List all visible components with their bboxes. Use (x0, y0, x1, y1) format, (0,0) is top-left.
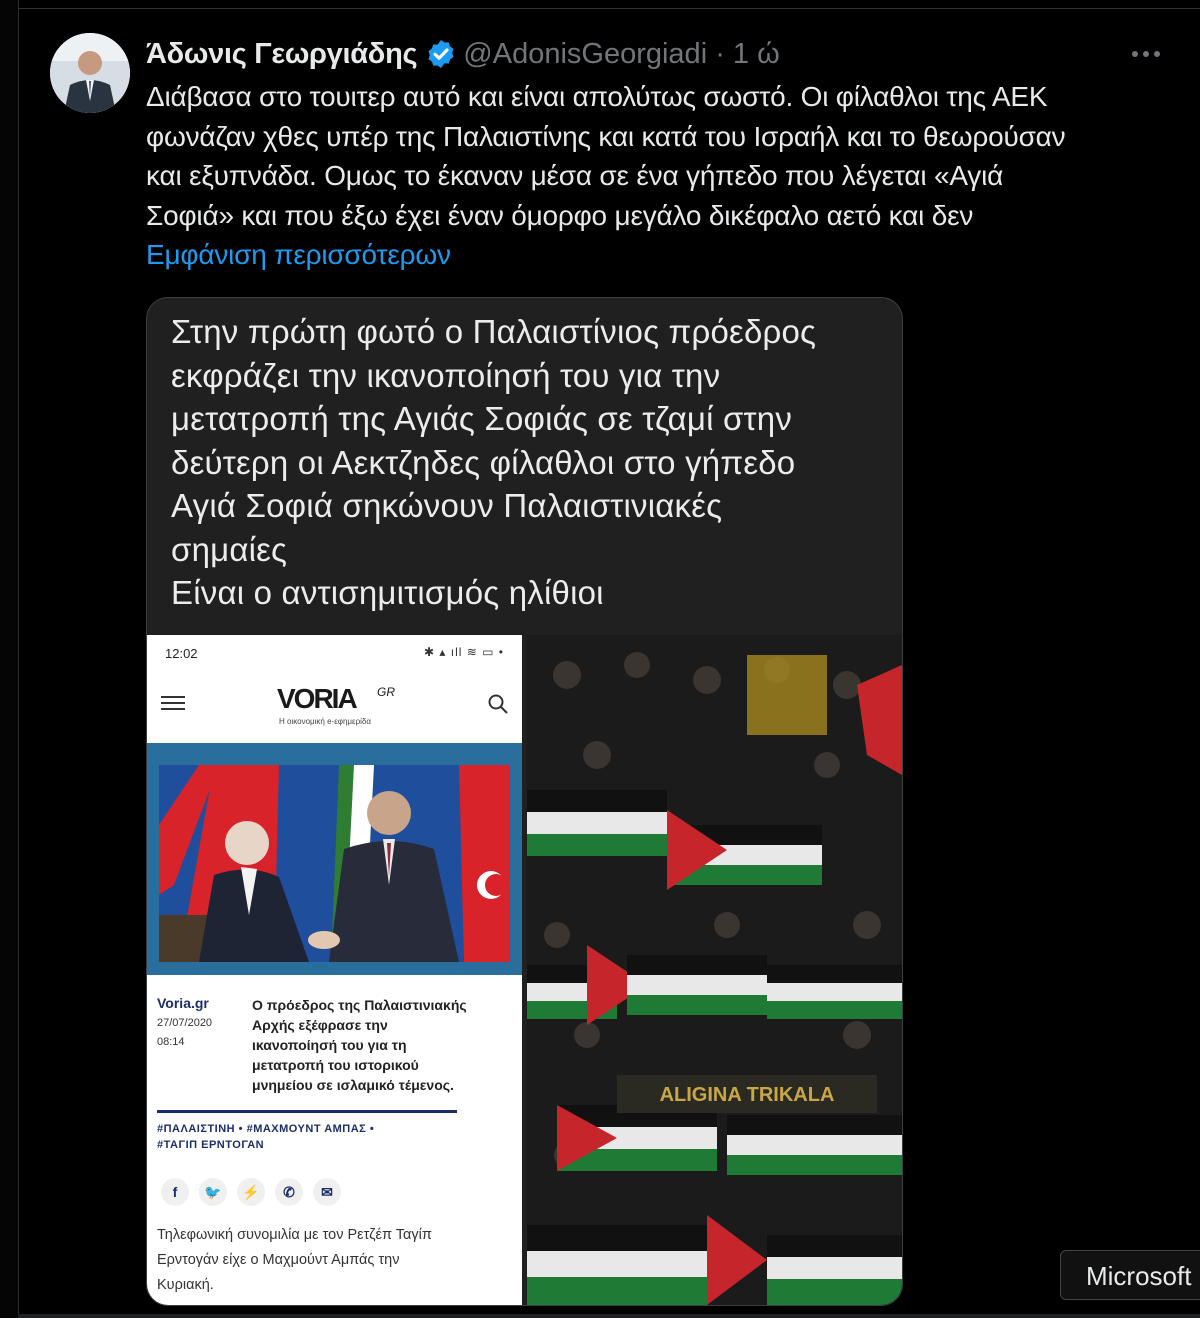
tweet-text: Διάβασα στο τουιτερ αυτό και είναι απολύ… (146, 77, 1176, 275)
news-screenshot: 12:02 ✱ ▴ ıll ≋ ▭ • VORIA GR Η οικονομικ… (147, 635, 522, 1305)
show-more-link[interactable]: Εμφάνιση περισσότερων (146, 235, 1176, 275)
headline-line: Αρχής εξέφρασε την (252, 1017, 388, 1033)
status-icons: ✱ ▴ ıll ≋ ▭ • (423, 645, 504, 659)
tweet-text-line: Σοφιά» και που έξω έχει έναν όμορφο μεγά… (146, 199, 974, 231)
card-caption-line: δεύτερη οι Αεκτζηδες φίλαθλοι στο γήπεδο (171, 443, 796, 481)
tweet-header: Άδωνις Γεωργιάδης @AdonisGeorgiadi · 1 ώ (146, 34, 780, 74)
body-line: Ερντογάν είχε ο Μαχμούντ Αμπάς την (157, 1252, 400, 1268)
verified-badge-icon (428, 40, 454, 68)
tweet-text-line: Διάβασα στο τουιτερ αυτό και είναι απολύ… (146, 81, 1048, 112)
crowd-banner-text: ALIGINA TRIKALA (660, 1084, 835, 1106)
tags-line: #ΤΑΓΙΠ ΕΡΝΤΟΓΑΝ (157, 1139, 265, 1151)
headline-line: ικανοποίησή του για τη (252, 1037, 407, 1053)
body-line: Κυριακή. (157, 1277, 214, 1293)
site-logo: VORIA (277, 683, 358, 714)
avatar[interactable] (50, 33, 130, 113)
site-logo-tagline: Η οικονομική e-εφημερίδα (279, 717, 371, 726)
menu-icon (161, 692, 185, 712)
tweet-media-card[interactable]: Στην πρώτη φωτό ο Παλαιστίνιος πρόεδρος … (146, 297, 903, 1306)
news-photo (159, 765, 510, 962)
divider (18, 8, 1200, 9)
article-source: Voria.gr (157, 995, 209, 1011)
card-caption-line: σημαίες (171, 530, 288, 568)
headline-line: μνημείου σε ισλαμικό τέμενος. (252, 1077, 454, 1093)
article-time: 08:14 (157, 1036, 185, 1048)
article-tags: #ΠΑΛΑΙΣΤΙΝΗ • #ΜΑΧΜΟΥΝΤ ΑΜΠΑΣ • #ΤΑΓΙΠ Ε… (157, 1121, 374, 1153)
headline-line: Ο πρόεδρος της Παλαιστινιακής (252, 997, 467, 1013)
whatsapp-icon: ✆ (275, 1178, 303, 1206)
body-line: Τηλεφωνική συνομιλία με τον Ρετζέπ Ταγίπ (157, 1227, 432, 1243)
status-time: 12:02 (165, 646, 198, 661)
messenger-icon: ⚡ (237, 1178, 265, 1206)
tags-line: #ΠΑΛΑΙΣΤΙΝΗ • #ΜΑΧΜΟΥΝΤ ΑΜΠΑΣ • (157, 1123, 375, 1135)
headline-line: μετατροπή του ιστορικού (252, 1057, 419, 1073)
article-body: Τηλεφωνική συνομιλία με τον Ρετζέπ Ταγίπ… (157, 1223, 512, 1298)
more-options-icon[interactable] (1130, 40, 1166, 64)
author-name[interactable]: Άδωνις Γεωργιάδης (146, 38, 418, 71)
search-icon (488, 694, 508, 714)
microsoft-overlay-button[interactable]: Microsoft (1060, 1250, 1200, 1300)
site-logo-suffix: GR (377, 685, 395, 699)
article-headline: Ο πρόεδρος της Παλαιστινιακής Αρχής εξέφ… (252, 995, 512, 1095)
share-bar: f 🐦 ⚡ ✆ ✉ (161, 1178, 341, 1206)
card-caption-line: εκφράζει την ικανοποίησή του για την (171, 356, 721, 394)
divider (157, 1110, 457, 1113)
facebook-icon: f (161, 1178, 189, 1206)
card-caption-line: Είναι ο αντισημιτισμός ηλίθιοι (171, 574, 604, 611)
tweet-text-line: και εξυπνάδα. Ομως το έκαναν μέσα σε ένα… (146, 160, 1004, 191)
crowd-image: ALIGINA TRIKALA (527, 635, 902, 1305)
crowd-photo: ALIGINA TRIKALA (527, 635, 902, 1305)
avatar-image (50, 33, 130, 113)
phone-status-bar: 12:02 ✱ ▴ ıll ≋ ▭ • (147, 635, 522, 675)
card-caption: Στην πρώτη φωτό ο Παλαιστίνιος πρόεδρος … (171, 310, 891, 615)
handle-and-time[interactable]: @AdonisGeorgiadi · 1 ώ (463, 38, 779, 71)
card-caption-line: Αγιά Σοφιά σηκώνουν Παλαιστινιακές (171, 487, 723, 524)
card-caption-line: μετατροπή της Αγιάς Σοφιάς σε τζαμί στην (171, 400, 793, 437)
bottom-border (18, 1314, 1200, 1318)
card-caption-line: Στην πρώτη φωτό ο Παλαιστίνιος πρόεδρος (171, 313, 817, 350)
mail-icon: ✉ (313, 1178, 341, 1206)
tweet-text-line: φωνάζαν χθες υπέρ της Παλαιστίνης και κα… (146, 120, 1066, 152)
news-photo-frame (147, 743, 522, 975)
twitter-icon: 🐦 (199, 1178, 227, 1206)
article-date: 27/07/2020 (157, 1017, 213, 1029)
